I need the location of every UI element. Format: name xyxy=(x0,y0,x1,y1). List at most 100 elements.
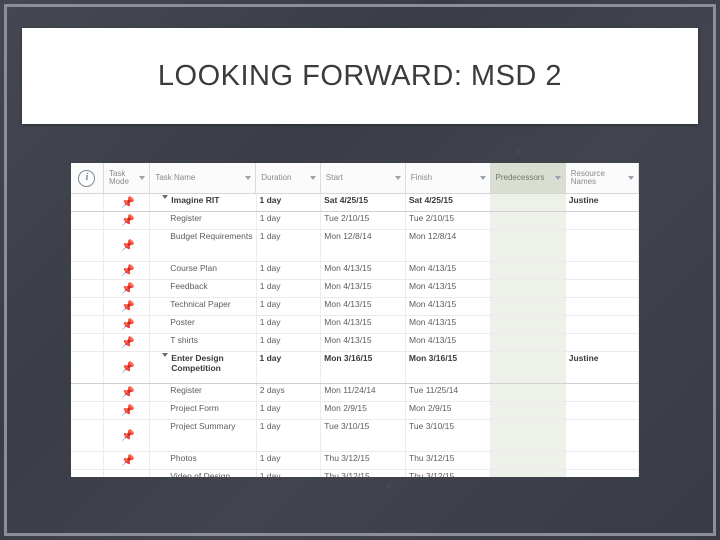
task-name-cell[interactable]: Technical Paper xyxy=(150,298,257,315)
duration-cell[interactable]: 1 day xyxy=(257,212,322,229)
task-mode-cell[interactable]: 📌 xyxy=(104,298,151,315)
table-row[interactable]: 📌Video of Design1 dayThu 3/12/15Thu 3/12… xyxy=(71,470,639,477)
resource-names-cell[interactable]: Justine xyxy=(566,194,639,211)
start-cell[interactable]: Mon 4/13/15 xyxy=(321,334,406,351)
duration-cell[interactable]: 1 day xyxy=(257,262,322,279)
duration-cell[interactable]: 1 day xyxy=(257,352,322,383)
task-mode-cell[interactable]: 📌 xyxy=(104,212,151,229)
table-row[interactable]: 📌 Poster 1 day Mon 4/13/15 Mon 4/13/15 xyxy=(71,316,639,334)
task-mode-cell[interactable]: 📌 xyxy=(104,262,151,279)
chevron-down-icon[interactable] xyxy=(394,176,401,180)
finish-cell[interactable]: Thu 3/12/15 xyxy=(406,470,491,477)
finish-cell[interactable]: Mon 12/8/14 xyxy=(406,230,491,261)
start-cell[interactable]: Tue 2/10/15 xyxy=(321,212,406,229)
chevron-down-icon[interactable] xyxy=(245,176,252,180)
table-row[interactable]: 📌 Imagine RIT 1 day Sat 4/25/15 Sat 4/25/15 J… xyxy=(71,194,639,212)
task-name-cell[interactable]: Enter Design Competition xyxy=(150,352,257,383)
predecessors-cell[interactable] xyxy=(490,280,566,297)
finish-cell[interactable]: Tue 11/25/14 xyxy=(406,384,491,401)
duration-cell[interactable]: 1 day xyxy=(257,334,322,351)
task-name-cell[interactable]: Register xyxy=(150,212,257,229)
duration-cell[interactable]: 1 day xyxy=(257,402,322,419)
predecessors-cell[interactable] xyxy=(490,230,566,261)
finish-cell[interactable]: Tue 3/10/15 xyxy=(406,420,491,451)
predecessors-cell[interactable] xyxy=(490,212,566,229)
start-cell[interactable]: Mon 4/13/15 xyxy=(321,298,406,315)
task-mode-cell[interactable]: 📌 xyxy=(104,280,151,297)
predecessors-cell[interactable] xyxy=(490,420,566,451)
task-name-cell[interactable]: Project Form xyxy=(150,402,257,419)
collapse-triangle-icon[interactable] xyxy=(162,195,169,199)
duration-cell[interactable]: 1 day xyxy=(257,316,322,333)
start-cell[interactable]: Mon 4/13/15 xyxy=(321,280,406,297)
predecessors-cell[interactable] xyxy=(490,452,566,469)
predecessors-cell[interactable] xyxy=(490,470,566,477)
header-task-mode[interactable]: Task Mode xyxy=(104,163,151,193)
task-mode-cell[interactable]: 📌 xyxy=(104,402,151,419)
table-row[interactable]: 📌 Register 2 days Mon 11/24/14 Tue 11/25/14 xyxy=(71,384,639,402)
header-duration[interactable]: Duration xyxy=(256,163,321,193)
predecessors-cell[interactable] xyxy=(490,194,566,211)
start-cell[interactable]: Mon 2/9/15 xyxy=(321,402,406,419)
resource-names-cell[interactable] xyxy=(566,230,639,261)
predecessors-cell[interactable] xyxy=(490,298,566,315)
finish-cell[interactable]: Sat 4/25/15 xyxy=(406,194,491,211)
table-row[interactable]: 📌 Project Form 1 day Mon 2/9/15 Mon 2/9/15 xyxy=(71,402,639,420)
task-mode-cell[interactable]: 📌 xyxy=(104,420,151,451)
chevron-down-icon[interactable] xyxy=(139,176,146,180)
predecessors-cell[interactable] xyxy=(490,384,566,401)
finish-cell[interactable]: Mon 4/13/15 xyxy=(406,298,491,315)
task-name-cell[interactable]: Course Plan xyxy=(150,262,257,279)
resource-names-cell[interactable] xyxy=(566,298,639,315)
finish-cell[interactable]: Tue 2/10/15 xyxy=(406,212,491,229)
duration-cell[interactable]: 1 day xyxy=(257,194,322,211)
chevron-down-icon[interactable] xyxy=(554,176,561,180)
resource-names-cell[interactable] xyxy=(566,316,639,333)
task-mode-cell[interactable]: 📌 xyxy=(104,316,151,333)
task-name-cell[interactable]: Poster xyxy=(150,316,257,333)
predecessors-cell[interactable] xyxy=(490,402,566,419)
table-row[interactable]: 📌 Photos 1 day Thu 3/12/15 Thu 3/12/15 xyxy=(71,452,639,470)
duration-cell[interactable]: 1 day xyxy=(257,420,322,451)
duration-cell[interactable]: 1 day xyxy=(257,452,322,469)
resource-names-cell[interactable] xyxy=(566,280,639,297)
task-mode-cell[interactable]: 📌 xyxy=(104,334,151,351)
resource-names-cell[interactable] xyxy=(566,212,639,229)
chevron-down-icon[interactable] xyxy=(628,176,635,180)
header-task-name[interactable]: Task Name xyxy=(150,163,257,193)
table-row[interactable]: 📌 Course Plan 1 day Mon 4/13/15 Mon 4/13/15 xyxy=(71,262,639,280)
start-cell[interactable]: Tue 3/10/15 xyxy=(321,420,406,451)
task-mode-cell[interactable]: 📌 xyxy=(104,194,151,211)
chevron-down-icon[interactable] xyxy=(309,176,316,180)
table-row[interactable]: 📌 T shirts 1 day Mon 4/13/15 Mon 4/13/15 xyxy=(71,334,639,352)
task-mode-cell[interactable]: 📌 xyxy=(104,470,151,477)
predecessors-cell[interactable] xyxy=(490,316,566,333)
start-cell[interactable]: Sat 4/25/15 xyxy=(321,194,406,211)
finish-cell[interactable]: Thu 3/12/15 xyxy=(406,452,491,469)
finish-cell[interactable]: Mon 4/13/15 xyxy=(406,316,491,333)
task-name-cell[interactable]: Feedback xyxy=(150,280,257,297)
start-cell[interactable]: Mon 12/8/14 xyxy=(321,230,406,261)
resource-names-cell[interactable] xyxy=(566,384,639,401)
resource-names-cell[interactable] xyxy=(566,470,639,477)
duration-cell[interactable]: 1 day xyxy=(257,470,322,477)
header-finish[interactable]: Finish xyxy=(406,163,491,193)
resource-names-cell[interactable] xyxy=(566,262,639,279)
table-row[interactable]: 📌 Technical Paper 1 day Mon 4/13/15 Mon 4/13… xyxy=(71,298,639,316)
duration-cell[interactable]: 1 day xyxy=(257,298,322,315)
finish-cell[interactable]: Mon 2/9/15 xyxy=(406,402,491,419)
start-cell[interactable]: Thu 3/12/15 xyxy=(321,470,406,477)
duration-cell[interactable]: 1 day xyxy=(257,230,322,261)
table-row[interactable]: 📌 Enter Design Competition 1 day Mon 3/16/1… xyxy=(71,352,639,384)
header-predecessors[interactable]: Predecessors xyxy=(490,163,566,193)
task-mode-cell[interactable]: 📌 xyxy=(104,384,151,401)
resource-names-cell[interactable]: Justine xyxy=(566,352,639,383)
duration-cell[interactable]: 2 days xyxy=(257,384,322,401)
table-row[interactable]: 📌 Budget Requirements 1 day Mon 12/8/14 Mon … xyxy=(71,230,639,262)
task-name-cell[interactable]: Video of Design xyxy=(150,470,257,477)
table-row[interactable]: 📌 Project Summary 1 day Tue 3/10/15 Tue 3/10… xyxy=(71,420,639,452)
table-row[interactable]: 📌 Register 1 day Tue 2/10/15 Tue 2/10/15 xyxy=(71,212,639,230)
task-name-cell[interactable]: Budget Requirements xyxy=(150,230,257,261)
header-resource-names[interactable]: Resource Names xyxy=(566,163,639,193)
task-mode-cell[interactable]: 📌 xyxy=(104,230,151,261)
